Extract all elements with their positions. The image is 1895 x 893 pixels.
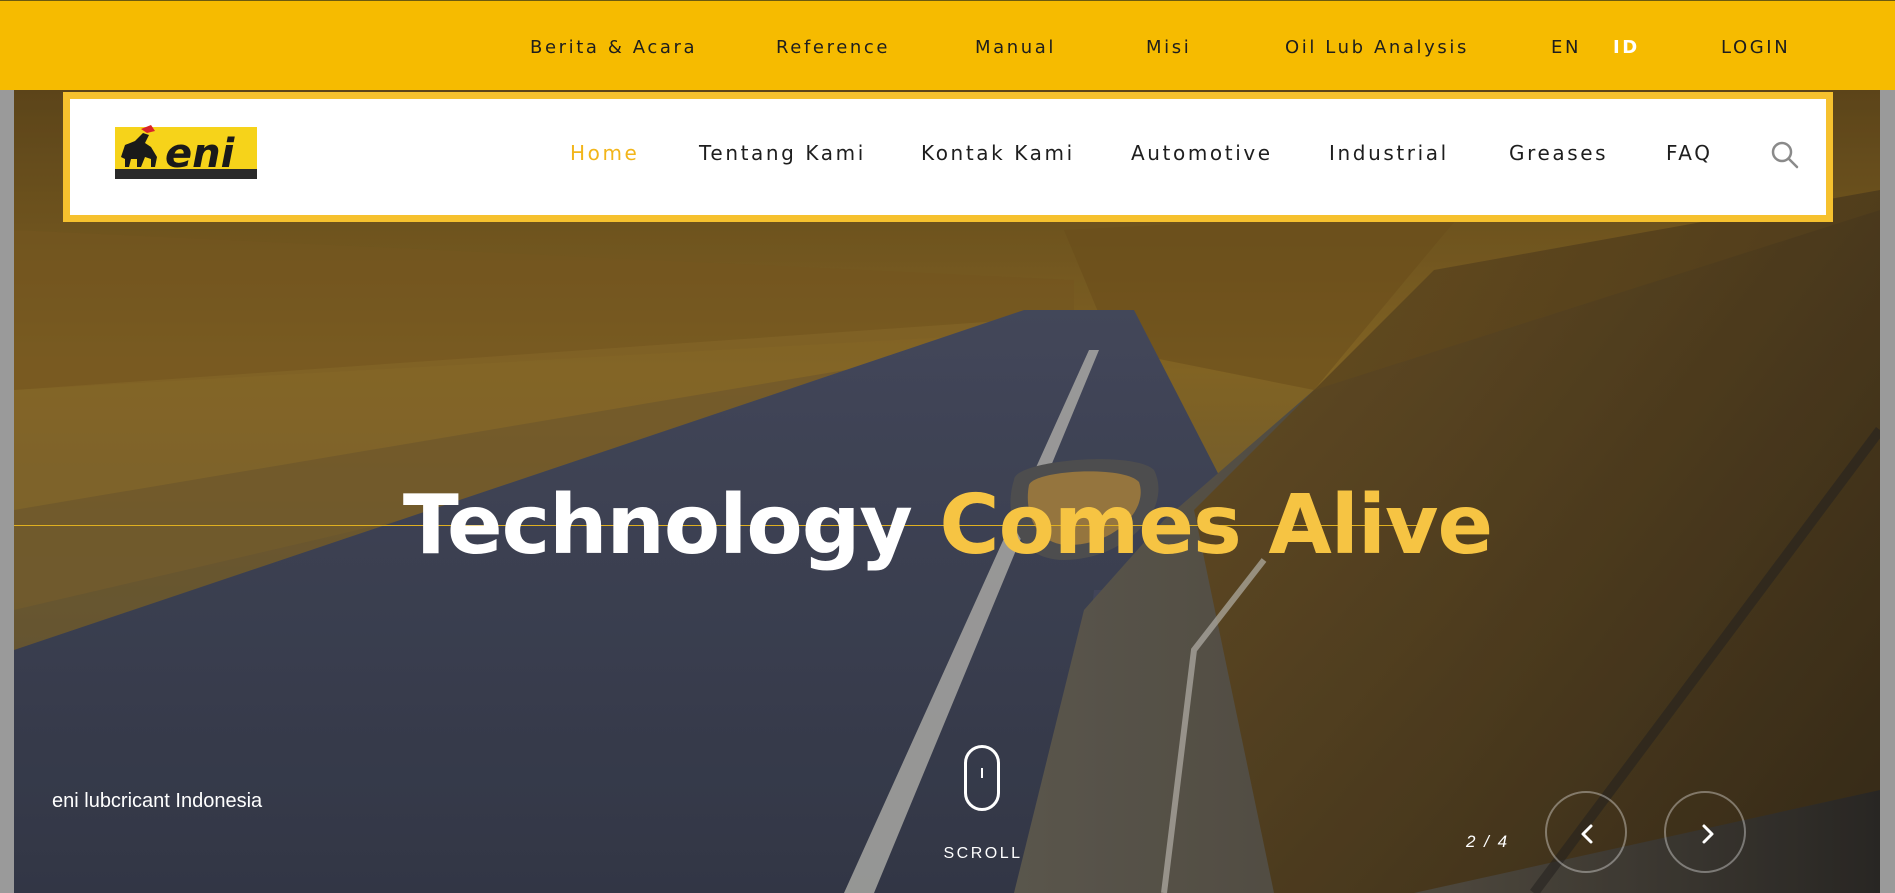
nav-greases[interactable]: Greases: [1509, 141, 1608, 165]
chevron-left-icon: [1581, 824, 1593, 844]
lang-id-link[interactable]: ID: [1613, 37, 1640, 58]
nav-home[interactable]: Home: [570, 141, 639, 165]
topbar-link-reference[interactable]: Reference: [776, 37, 890, 58]
headline-accent: Comes Alive: [939, 478, 1493, 573]
eni-logo[interactable]: eni: [115, 123, 257, 181]
login-link[interactable]: LOGIN: [1721, 37, 1790, 58]
prev-slide-button[interactable]: [1545, 791, 1627, 873]
search-button[interactable]: [1770, 140, 1800, 170]
slide-counter: 2 / 4: [1466, 832, 1510, 851]
eni-logo-icon: eni: [115, 125, 257, 179]
nav-tentang-kami[interactable]: Tentang Kami: [699, 141, 866, 165]
chevron-right-icon: [1702, 824, 1714, 844]
hero-headline: Technology Comes Alive: [0, 478, 1895, 573]
nav-kontak-kami[interactable]: Kontak Kami: [921, 141, 1075, 165]
topbar-link-manual[interactable]: Manual: [975, 37, 1056, 58]
topbar-link-oil-lub-analysis[interactable]: Oil Lub Analysis: [1285, 37, 1469, 58]
topbar-link-misi[interactable]: Misi: [1146, 37, 1191, 58]
mouse-icon[interactable]: [964, 745, 1000, 811]
top-bar: Berita & Acara Reference Manual Misi Oil…: [0, 0, 1895, 90]
lang-en-link[interactable]: EN: [1551, 37, 1581, 58]
main-navbar: eni Home Tentang Kami Kontak Kami Automo…: [63, 92, 1833, 222]
nav-faq[interactable]: FAQ: [1666, 141, 1713, 165]
search-icon: [1771, 141, 1799, 169]
nav-automotive[interactable]: Automotive: [1131, 141, 1273, 165]
topbar-link-berita[interactable]: Berita & Acara: [530, 37, 697, 58]
headline-white: Technology: [402, 478, 913, 573]
next-slide-button[interactable]: [1664, 791, 1746, 873]
mouse-wheel: [981, 768, 983, 778]
hero-tagline: eni lubcricant Indonesia: [52, 790, 263, 812]
nav-industrial[interactable]: Industrial: [1329, 141, 1449, 165]
logo-wordmark: eni: [165, 131, 236, 177]
